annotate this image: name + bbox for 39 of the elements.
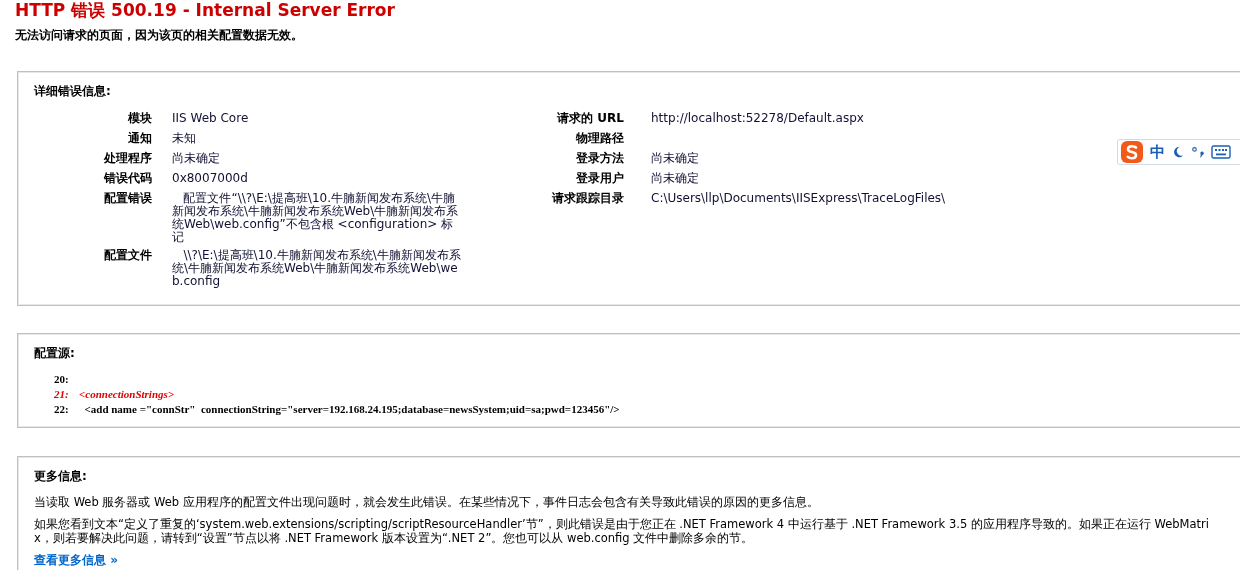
field-value: C:\Users\llp\Documents\IISExpress\TraceLogFiles\ bbox=[651, 192, 946, 205]
field-value: http://localhost:52278/Default.aspx bbox=[651, 112, 864, 125]
field-label: 配置错误 bbox=[104, 191, 152, 205]
field-value: 尚未确定 bbox=[651, 152, 699, 165]
field-label: 错误代码 bbox=[104, 171, 152, 185]
field-value: 配置文件“\\?\E:\提高班\10.牛腩新闻发布系统\牛腩新闻发布系统\牛腩新闻发布系统Web\牛腩新闻发布系统Web\web.config”不包含根 <configuration> 标记 bbox=[172, 192, 460, 244]
punctuation-icon[interactable] bbox=[1191, 145, 1205, 159]
code-line: <add name ="connStr" connectionString="server=192.168.24.195;database=newsSystem;uid=sa;pwd=123456"/> bbox=[83, 402, 620, 417]
keyboard-icon[interactable] bbox=[1211, 145, 1231, 159]
input-mode-toggle[interactable]: 中 bbox=[1150, 143, 1165, 161]
section-heading: 更多信息: bbox=[34, 468, 87, 485]
field-value: 尚未确定 bbox=[172, 152, 220, 165]
line-number: 20: bbox=[54, 372, 70, 387]
field-label: 通知 bbox=[128, 131, 152, 145]
field-value: \\?\E:\提高班\10.牛腩新闻发布系统\牛腩新闻发布系统\牛腩新闻发布系统Web\牛腩新闻发布系统Web\web.config bbox=[172, 249, 462, 288]
info-paragraph: 当读取 Web 服务器或 Web 应用程序的配置文件出现问题时，就会发生此错误。在某些情况下，事件日志会包含有关导致此错误的原因的更多信息。 bbox=[34, 495, 820, 509]
field-label: 配置文件 bbox=[104, 248, 152, 262]
section-heading: 详细错误信息: bbox=[34, 83, 111, 100]
info-paragraph: 如果您看到文本“定义了重复的‘system.web.extensions/scripting/scriptResourceHandler’节”，则此错误是由于您正在 .NET Framework 4 中运行基于 .NET Framework 3.5 的应用程序导致的。如果正在运行 WebMatrix，则若要解决此问题，请转到“设置”节点以将 .NET Framework 版本设置为“.NET 2”。您也可以从 web.config 文件中删除多余的节。 bbox=[34, 517, 1210, 545]
field-label: 请求跟踪目录 bbox=[552, 191, 624, 205]
field-value: 尚未确定 bbox=[651, 172, 699, 185]
field-value: 未知 bbox=[172, 132, 196, 145]
field-label: 登录用户 bbox=[576, 171, 624, 185]
error-subtitle: 无法访问请求的页面，因为该页的相关配置数据无效。 bbox=[15, 27, 303, 44]
moon-icon[interactable] bbox=[1171, 145, 1185, 159]
code-line: <connectionStrings> bbox=[79, 387, 175, 402]
line-number: 21: bbox=[54, 387, 70, 402]
field-label: 模块 bbox=[128, 111, 152, 125]
more-info-link[interactable]: 查看更多信息 » bbox=[34, 553, 118, 567]
field-label: 请求的 URL bbox=[557, 111, 624, 125]
field-label: 处理程序 bbox=[104, 151, 152, 165]
field-label: 物理路径 bbox=[576, 131, 624, 145]
section-heading: 配置源: bbox=[34, 345, 75, 362]
field-label: 登录方法 bbox=[576, 151, 624, 165]
error-title: HTTP 错误 500.19 - Internal Server Error bbox=[14, 0, 395, 20]
field-value: IIS Web Core bbox=[172, 112, 249, 125]
field-value: 0x8007000d bbox=[172, 172, 248, 185]
line-number: 22: bbox=[54, 402, 70, 417]
s-logo-icon[interactable] bbox=[1120, 140, 1144, 164]
